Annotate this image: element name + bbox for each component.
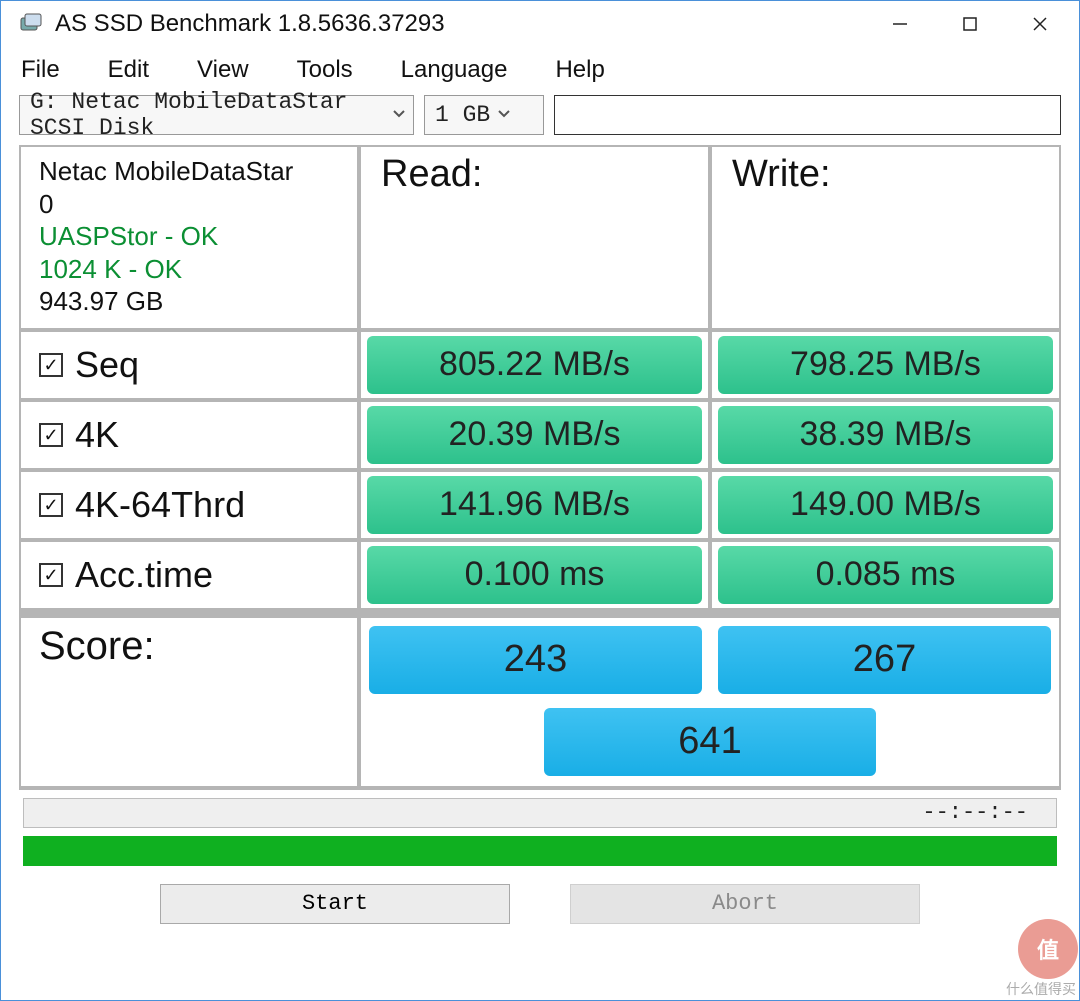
acc-checkbox[interactable]: ✓	[39, 563, 63, 587]
row-4k64: ✓ 4K-64Thrd 141.96 MB/s 149.00 MB/s	[21, 472, 1059, 542]
drive-select[interactable]: G: Netac MobileDataStar SCSI Disk	[19, 95, 414, 135]
score-block: Score: 243 267 641	[21, 612, 1059, 786]
app-icon	[19, 12, 43, 36]
acc-label-cell: ✓ Acc.time	[21, 542, 361, 608]
maximize-button[interactable]	[935, 1, 1005, 47]
start-button[interactable]: Start	[160, 884, 510, 924]
size-select-value: 1 GB	[435, 102, 490, 128]
buttons-row: Start Abort	[1, 884, 1079, 924]
score-write: 267	[718, 626, 1051, 694]
progress-bar	[23, 836, 1057, 866]
row-4k: ✓ 4K 20.39 MB/s 38.39 MB/s	[21, 402, 1059, 472]
chevron-down-icon	[496, 102, 512, 128]
fourk64-label: 4K-64Thrd	[75, 484, 245, 526]
fourk-checkbox[interactable]: ✓	[39, 423, 63, 447]
score-total: 641	[544, 708, 876, 776]
fourk-write: 38.39 MB/s	[718, 406, 1053, 464]
fourk64-checkbox[interactable]: ✓	[39, 493, 63, 517]
controller-status: UASPStor - OK	[39, 220, 343, 253]
seq-label: Seq	[75, 344, 139, 386]
minimize-button[interactable]	[865, 1, 935, 47]
app-window: AS SSD Benchmark 1.8.5636.37293 File Edi…	[0, 0, 1080, 1001]
menu-bar: File Edit View Tools Language Help	[1, 47, 1079, 93]
drive-capacity: 943.97 GB	[39, 285, 343, 318]
close-button[interactable]	[1005, 1, 1075, 47]
size-select[interactable]: 1 GB	[424, 95, 544, 135]
seq-read: 805.22 MB/s	[367, 336, 702, 394]
fourk-read: 20.39 MB/s	[367, 406, 702, 464]
chevron-down-icon	[391, 102, 407, 128]
fourk-label: 4K	[75, 414, 119, 456]
elapsed-time: --:--:--	[922, 800, 1028, 825]
menu-view[interactable]: View	[197, 56, 249, 84]
search-input[interactable]	[554, 95, 1061, 135]
title-bar: AS SSD Benchmark 1.8.5636.37293	[1, 1, 1079, 47]
read-header: Read:	[361, 147, 712, 328]
window-title: AS SSD Benchmark 1.8.5636.37293	[55, 10, 865, 38]
acc-read: 0.100 ms	[367, 546, 702, 604]
score-label: Score:	[21, 618, 361, 706]
fourk-label-cell: ✓ 4K	[21, 402, 361, 468]
drive-number: 0	[39, 188, 343, 221]
drive-select-value: G: Netac MobileDataStar SCSI Disk	[30, 89, 385, 141]
header-row: Netac MobileDataStar 0 UASPStor - OK 102…	[21, 147, 1059, 332]
fourk64-label-cell: ✓ 4K-64Thrd	[21, 472, 361, 538]
results-grid: Netac MobileDataStar 0 UASPStor - OK 102…	[19, 145, 1061, 790]
seq-label-cell: ✓ Seq	[21, 332, 361, 398]
acc-write: 0.085 ms	[718, 546, 1053, 604]
drive-name: Netac MobileDataStar	[39, 155, 343, 188]
fourk64-read: 141.96 MB/s	[367, 476, 702, 534]
status-area: --:--:--	[23, 798, 1057, 866]
menu-tools[interactable]: Tools	[297, 56, 353, 84]
alignment-status: 1024 K - OK	[39, 253, 343, 286]
toolbar: G: Netac MobileDataStar SCSI Disk 1 GB	[1, 93, 1079, 145]
acc-label: Acc.time	[75, 554, 213, 596]
menu-edit[interactable]: Edit	[108, 56, 149, 84]
seq-write: 798.25 MB/s	[718, 336, 1053, 394]
abort-button: Abort	[570, 884, 920, 924]
menu-help[interactable]: Help	[555, 56, 604, 84]
drive-info: Netac MobileDataStar 0 UASPStor - OK 102…	[21, 147, 361, 328]
window-buttons	[865, 1, 1075, 47]
status-bar: --:--:--	[23, 798, 1057, 828]
write-header: Write:	[712, 147, 1059, 328]
menu-language[interactable]: Language	[401, 56, 508, 84]
fourk64-write: 149.00 MB/s	[718, 476, 1053, 534]
seq-checkbox[interactable]: ✓	[39, 353, 63, 377]
row-acctime: ✓ Acc.time 0.100 ms 0.085 ms	[21, 542, 1059, 612]
score-read: 243	[369, 626, 702, 694]
row-seq: ✓ Seq 805.22 MB/s 798.25 MB/s	[21, 332, 1059, 402]
menu-file[interactable]: File	[21, 56, 60, 84]
